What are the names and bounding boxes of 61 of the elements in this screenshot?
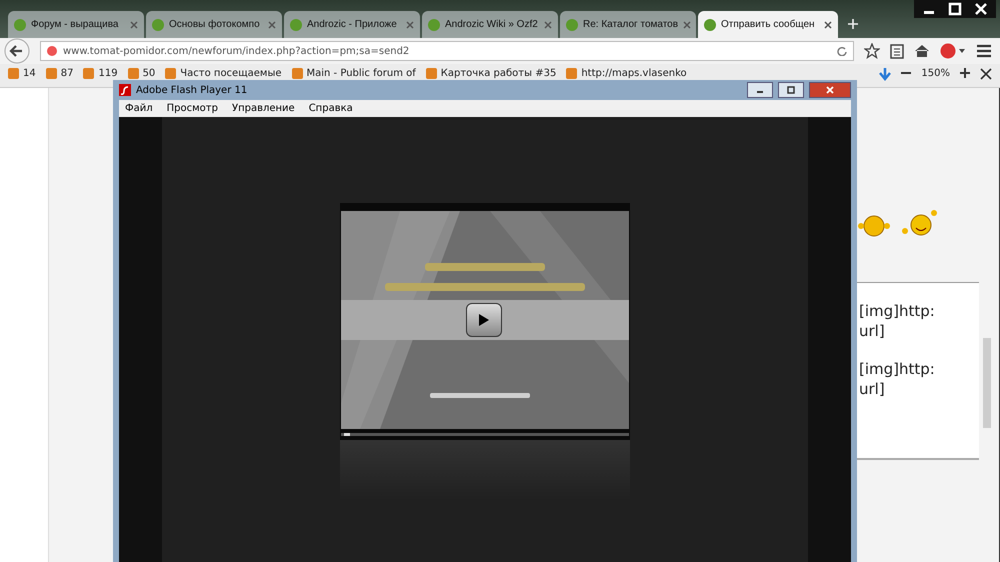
menu-item[interactable]: Справка [308, 103, 353, 114]
bookmark[interactable]: 87 [46, 68, 74, 79]
site-icon [566, 18, 578, 30]
browser-tab[interactable]: Основы фотокомпо [146, 11, 282, 38]
address-field[interactable]: www.tomat-pomidor.com/newforum/index.php?action=pm;sa=send2 [40, 41, 854, 61]
menu-item[interactable]: Просмотр [166, 103, 218, 114]
scrollbar[interactable] [983, 338, 991, 428]
site-icon [152, 18, 164, 30]
menu-icon[interactable] [976, 44, 992, 58]
window-title: Adobe Flash Player 11 [136, 84, 248, 96]
reload-icon[interactable] [837, 46, 847, 56]
bookmark[interactable]: http://maps.vlasenko [566, 68, 687, 79]
back-icon[interactable] [4, 38, 30, 64]
smiley-icon [899, 208, 939, 238]
fullscreen-icon[interactable] [980, 68, 992, 80]
zoom-in-icon[interactable] [960, 68, 970, 78]
close-icon[interactable] [824, 20, 832, 28]
bookmark-icon [46, 68, 57, 79]
message-field[interactable]: [img]http: url] [img]http: url] [857, 282, 979, 460]
play-button[interactable] [466, 303, 502, 337]
site-icon [14, 18, 26, 30]
site-icon [290, 18, 302, 30]
maximize-icon [787, 86, 795, 94]
download-icon[interactable] [879, 68, 892, 82]
minimize-button[interactable] [747, 82, 773, 98]
bookmark-icon [566, 68, 578, 79]
browser-tab[interactable]: Отправить сообщен [698, 11, 838, 38]
browser-tab[interactable]: Re: Каталог томатов [560, 11, 696, 38]
bookmark[interactable]: 119 [83, 68, 118, 79]
clipboard-icon[interactable] [890, 43, 904, 59]
bookmark-icon [128, 68, 139, 79]
zoom-level[interactable]: 150% [921, 68, 950, 79]
bookmark[interactable]: 14 [8, 68, 36, 79]
bookmark-icon [165, 68, 176, 79]
menu-item[interactable]: Файл [125, 103, 153, 114]
site-icon [47, 46, 57, 56]
message-text: url] [858, 379, 886, 399]
home-icon[interactable] [914, 44, 930, 58]
star-icon[interactable] [864, 43, 880, 59]
site-icon [704, 18, 716, 30]
bookmark[interactable]: 50 [128, 68, 156, 79]
menu-item[interactable]: Управление [232, 103, 295, 114]
message-text: [img]http: [858, 301, 936, 321]
site-icon [428, 18, 440, 30]
bookmark-icon [83, 68, 94, 79]
flash-icon [119, 84, 131, 96]
browser-tab[interactable]: Форум - выращива [8, 11, 144, 38]
bookmark[interactable]: Карточка работы #35 [426, 68, 556, 79]
close-icon [826, 86, 834, 94]
message-text: url] [858, 321, 886, 341]
message-text: [img]http: [858, 359, 936, 379]
maximize-button[interactable] [778, 82, 804, 98]
browser-tab[interactable]: Androzic - Приложе [284, 11, 420, 38]
bookmark-icon [292, 68, 302, 79]
bookmark-icon [8, 68, 19, 79]
bookmark[interactable]: Main - Public forum of [292, 68, 416, 79]
browser-tab[interactable]: Androzic Wiki » Ozf2 [422, 11, 558, 38]
bookmark-icon [426, 68, 437, 79]
bookmark[interactable]: Часто посещаемые [165, 68, 282, 79]
close-button[interactable] [809, 82, 851, 98]
new-tab-icon[interactable] [848, 19, 858, 29]
